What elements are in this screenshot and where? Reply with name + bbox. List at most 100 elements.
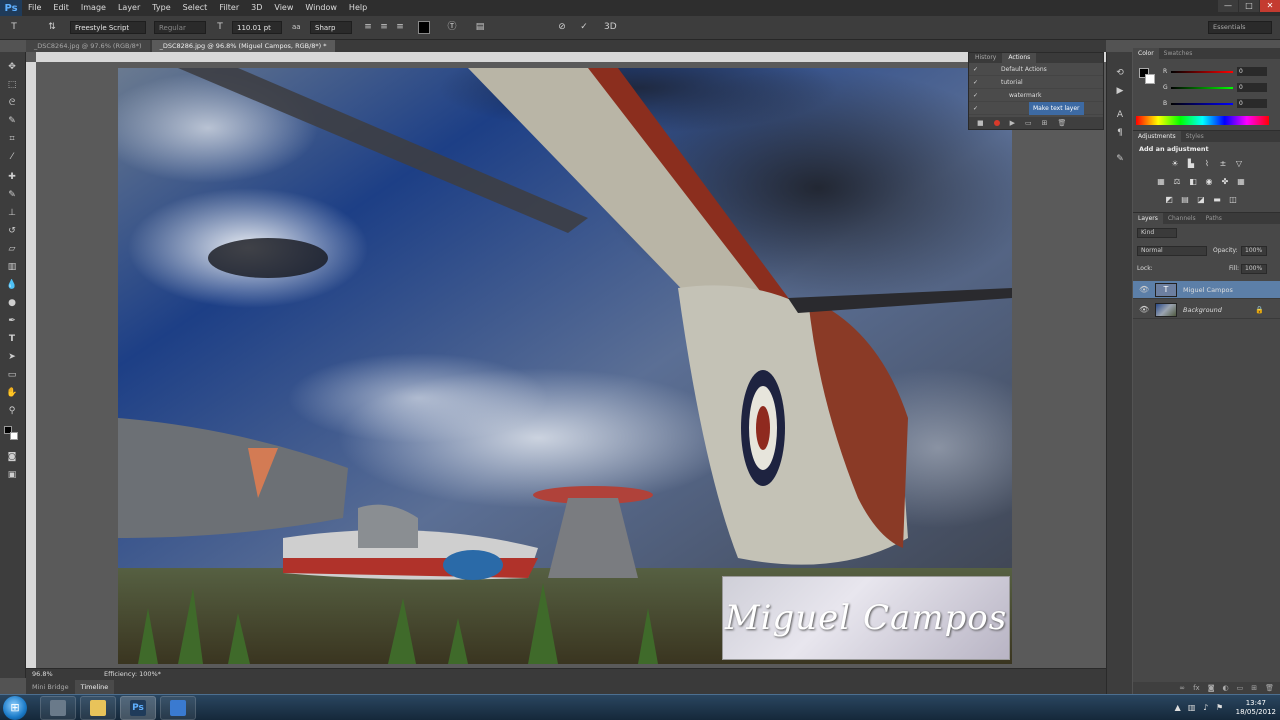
action-set-default[interactable]: ✓ Default Actions [969, 63, 1103, 76]
zoom-readout[interactable]: 96.8% [32, 670, 53, 678]
eraser-tool-icon[interactable]: ▱ [5, 242, 19, 256]
new-adjustment-icon[interactable]: ◐ [1223, 684, 1229, 692]
action-set-watermark[interactable]: ✓ watermark [969, 89, 1103, 102]
tab-color[interactable]: Color [1133, 48, 1159, 59]
invert-icon[interactable]: ◩ [1163, 195, 1175, 205]
selective-color-icon[interactable]: ◫ [1227, 195, 1239, 205]
taskbar-app-file-explorer[interactable] [80, 696, 116, 720]
crop-tool-icon[interactable]: ⌗ [5, 132, 19, 146]
zoom-tool-icon[interactable]: ⚲ [5, 404, 19, 418]
type-tool-icon[interactable]: T [5, 332, 19, 346]
trash-icon[interactable]: 🗑 [1058, 119, 1067, 127]
menu-type[interactable]: Type [146, 0, 176, 16]
stop-icon[interactable]: ■ [977, 119, 984, 127]
tab-mini-bridge[interactable]: Mini Bridge [26, 680, 75, 694]
type-tool-preset-icon[interactable]: T [8, 21, 20, 34]
color-balance-icon[interactable]: ⚖ [1171, 177, 1183, 187]
align-right-icon[interactable]: ≡ [394, 21, 406, 34]
shape-tool-icon[interactable]: ▭ [5, 368, 19, 382]
menu-image[interactable]: Image [75, 0, 112, 16]
efficiency-readout[interactable]: Efficiency: 100%* [104, 670, 161, 678]
tray-expand-icon[interactable]: ▲ [1172, 702, 1184, 714]
paragraph-icon[interactable]: ¶ [1113, 126, 1127, 140]
blur-tool-icon[interactable]: 💧 [5, 278, 19, 292]
hand-tool-icon[interactable]: ✋ [5, 386, 19, 400]
layer-name[interactable]: Background [1183, 301, 1222, 319]
eye-icon[interactable]: 👁 [1139, 301, 1149, 319]
start-button[interactable]: ⊞ [3, 696, 27, 720]
color-spectrum-bar[interactable] [1136, 116, 1269, 125]
antialias-select[interactable]: Sharp [310, 21, 352, 34]
link-layers-icon[interactable]: ∞ [1179, 684, 1185, 692]
clone-stamp-tool-icon[interactable]: ⊥ [5, 206, 19, 220]
pen-tool-icon[interactable]: ✒ [5, 314, 19, 328]
align-left-icon[interactable]: ≡ [362, 21, 374, 34]
tab-timeline[interactable]: Timeline [74, 680, 115, 694]
brush-tool-icon[interactable]: ✎ [5, 188, 19, 202]
tab-dsc8286[interactable]: _DSC8286.jpg @ 96.8% (Miguel Campos, RGB… [151, 40, 335, 52]
black-white-icon[interactable]: ◧ [1187, 177, 1199, 187]
watermark-text-layer[interactable]: Miguel Campos [722, 576, 1010, 660]
color-lookup-icon[interactable]: ▦ [1235, 177, 1247, 187]
warp-text-icon[interactable]: Ⓣ [446, 21, 458, 34]
threshold-icon[interactable]: ◪ [1195, 195, 1207, 205]
layer-kind-filter[interactable]: Kind [1137, 228, 1177, 238]
action-make-text-layer[interactable]: ✓ Make text layer [969, 102, 1103, 115]
exposure-icon[interactable]: ± [1217, 159, 1229, 169]
fill-field[interactable]: 100% [1241, 264, 1267, 274]
layer-style-icon[interactable]: fx [1193, 684, 1200, 692]
tab-layers[interactable]: Layers [1133, 213, 1163, 224]
path-selection-tool-icon[interactable]: ➤ [5, 350, 19, 364]
menu-window[interactable]: Window [299, 0, 343, 16]
check-icon[interactable]: ✓ [973, 102, 981, 115]
system-clock[interactable]: 13:47 18/05/2012 [1236, 699, 1276, 717]
new-layer-icon[interactable]: ⊞ [1251, 684, 1257, 692]
document-canvas[interactable]: Miguel Campos [118, 68, 1012, 664]
add-mask-icon[interactable]: ◙ [1208, 684, 1215, 692]
red-value-field[interactable]: 0 [1237, 67, 1267, 76]
commit-edit-icon[interactable]: ✓ [578, 21, 590, 34]
cancel-edit-icon[interactable]: ⊘ [556, 21, 568, 34]
check-icon[interactable]: ✓ [973, 89, 981, 102]
new-set-icon[interactable]: ▭ [1025, 119, 1032, 127]
tab-swatches[interactable]: Swatches [1159, 48, 1198, 59]
lasso-tool-icon[interactable]: ᘓ [5, 96, 19, 110]
vibrance-icon[interactable]: ▽ [1233, 159, 1245, 169]
channel-mixer-icon[interactable]: ✤ [1219, 177, 1231, 187]
dodge-tool-icon[interactable]: ● [5, 296, 19, 310]
blue-slider[interactable] [1171, 103, 1233, 105]
new-action-icon[interactable]: ⊞ [1042, 119, 1048, 127]
hue-saturation-icon[interactable]: ▦ [1155, 177, 1167, 187]
red-slider[interactable] [1171, 71, 1233, 73]
tab-actions[interactable]: Actions [1002, 53, 1037, 63]
quick-mask-icon[interactable]: ◙ [5, 450, 19, 464]
tab-history[interactable]: History [969, 53, 1002, 63]
quick-select-tool-icon[interactable]: ✎ [5, 114, 19, 128]
check-icon[interactable]: ✓ [973, 63, 981, 76]
history-brush-tool-icon[interactable]: ↺ [5, 224, 19, 238]
move-tool-icon[interactable]: ✥ [5, 60, 19, 74]
healing-brush-tool-icon[interactable]: ✚ [5, 170, 19, 184]
network-icon[interactable]: ▥ [1186, 702, 1198, 714]
layer-row-miguel-campos[interactable]: 👁 T Miguel Campos [1133, 281, 1280, 299]
screen-mode-icon[interactable]: ▣ [5, 468, 19, 482]
marquee-tool-icon[interactable]: ⬚ [5, 78, 19, 92]
blend-mode-select[interactable]: Normal [1137, 246, 1207, 256]
gradient-map-icon[interactable]: ▬ [1211, 195, 1223, 205]
tab-dsc8264[interactable]: _DSC8264.jpg @ 97.6% (RGB/8*) [26, 40, 150, 52]
font-style-select[interactable]: Regular [154, 21, 206, 34]
gradient-tool-icon[interactable]: ▥ [5, 260, 19, 274]
flag-icon[interactable]: ⚑ [1214, 702, 1226, 714]
layer-row-background[interactable]: 👁 Background 🔒 [1133, 301, 1280, 319]
text-orientation-icon[interactable]: ⇅ [46, 21, 58, 34]
background-color-swatch[interactable] [10, 432, 18, 440]
menu-3d[interactable]: 3D [245, 0, 268, 16]
maximize-button[interactable]: □ [1239, 0, 1259, 12]
opacity-field[interactable]: 100% [1241, 246, 1267, 256]
font-size-field[interactable]: 110.01 pt [232, 21, 282, 34]
workspace-select[interactable]: Essentials [1208, 21, 1272, 34]
menu-select[interactable]: Select [177, 0, 214, 16]
text-color-swatch[interactable] [418, 21, 430, 34]
taskbar-app-photoshop[interactable]: Ps [120, 696, 156, 720]
menu-edit[interactable]: Edit [47, 0, 75, 16]
